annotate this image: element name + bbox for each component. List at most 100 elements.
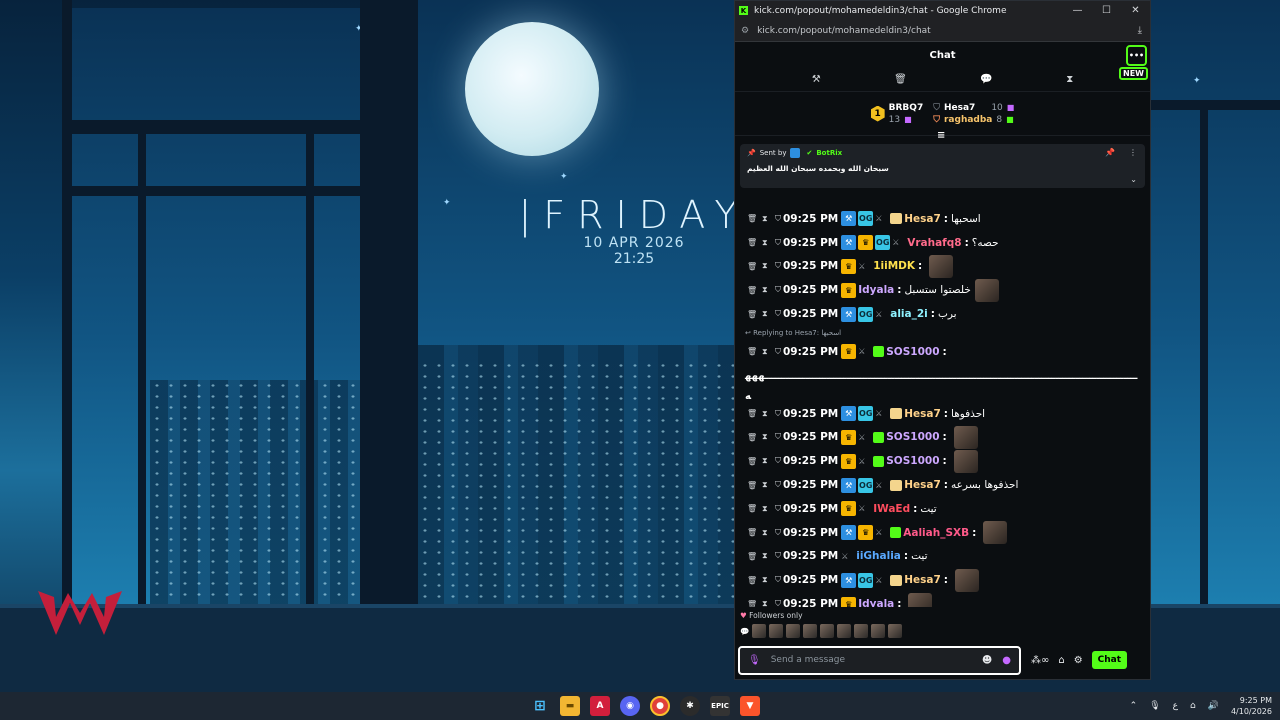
- delete-message-icon[interactable]: 🗑: [747, 552, 762, 561]
- delete-message-icon[interactable]: 🗑: [747, 481, 762, 490]
- gift-leaderboard[interactable]: 1 BRBQ7 13 ■ ⛉ Hesa7 10 ■ ⛉ raghadba 8 ■ …: [735, 92, 1150, 141]
- delete-message-icon[interactable]: 🗑: [747, 262, 762, 271]
- message-username[interactable]: Hesa7: [904, 479, 941, 491]
- settings-icon[interactable]: ⚙: [1074, 655, 1083, 666]
- timeout-icon[interactable]: ⧗: [762, 261, 775, 271]
- chat-message[interactable]: 🗑 ⧗ ⛉ 09:25 PM ⚒ OG ⚔ Hesa7: اسحبها: [735, 207, 1152, 231]
- hammer-icon[interactable]: ⚒: [812, 74, 821, 85]
- avatar[interactable]: [854, 624, 869, 638]
- collapse-icon[interactable]: ≡: [937, 130, 945, 141]
- message-username[interactable]: Hesa7: [904, 408, 941, 420]
- discord-icon[interactable]: ◉: [620, 696, 640, 716]
- delete-message-icon[interactable]: 🗑: [747, 310, 762, 319]
- message-username[interactable]: alia_2i: [890, 308, 928, 320]
- kebab-menu-icon[interactable]: ⋮: [1129, 148, 1137, 157]
- message-username[interactable]: iiGhalia: [856, 550, 901, 562]
- message-username[interactable]: SOS1000: [886, 455, 939, 467]
- chat-message[interactable]: 🗑 ⧗ ⛉ 09:25 PM ⚒ OG ⚔ Hesa7: احذفوها بسرعه: [735, 473, 1152, 497]
- delete-message-icon[interactable]: 🗑: [747, 504, 762, 513]
- message-username[interactable]: Idyala: [858, 598, 894, 607]
- avatar[interactable]: [786, 624, 801, 638]
- download-icon[interactable]: ⤓: [1138, 25, 1142, 36]
- timeout-icon[interactable]: ⧗: [762, 504, 775, 514]
- delete-message-icon[interactable]: 🗑: [747, 600, 762, 607]
- avatar[interactable]: [820, 624, 835, 638]
- chat-message[interactable]: 🗑 ⧗ ⛉ 09:25 PM ⚒ OG ⚔ Hesa7:: [735, 568, 1152, 592]
- kick-emote-icon[interactable]: ●: [1002, 655, 1011, 666]
- app-red-icon[interactable]: A: [590, 696, 610, 716]
- chat-message[interactable]: 🗑 ⧗ ⛉ 09:25 PM ⚒ ♛ ⚔ Aaliah_SXB:: [735, 521, 1152, 545]
- site-settings-icon[interactable]: ⚙: [741, 26, 749, 36]
- timeout-icon[interactable]: ⧗: [762, 551, 775, 561]
- microphone-icon[interactable]: 🎙: [748, 655, 761, 666]
- chat-input-box[interactable]: 🎙 ☻ ●: [738, 645, 1021, 675]
- delete-message-icon[interactable]: 🗑: [747, 528, 762, 537]
- timeout-icon[interactable]: ⧗: [762, 575, 775, 585]
- store-icon[interactable]: ⌂: [1058, 655, 1064, 666]
- message-username[interactable]: SOS1000: [886, 431, 939, 443]
- delete-message-icon[interactable]: 🗑: [747, 347, 762, 356]
- message-username[interactable]: Vrahafq8: [907, 237, 961, 249]
- timeout-icon[interactable]: ⧗: [762, 432, 775, 442]
- delete-message-icon[interactable]: 🗑: [747, 286, 762, 295]
- message-username[interactable]: Idyala: [858, 284, 894, 296]
- trash-icon[interactable]: 🗑: [894, 74, 907, 85]
- timeout-icon[interactable]: ⧗: [762, 599, 775, 607]
- chat-message[interactable]: 🗑 ⧗ ⛉ 09:25 PM ⚒ OG ⚔ Hesa7: احذفوها: [735, 402, 1152, 426]
- chat-message[interactable]: 🗑 ⧗ ⛉ 09:25 PM ⚒ ♛ OG ⚔ Vrahafq8: حصه؟: [735, 231, 1152, 255]
- timeout-icon[interactable]: ⧗: [762, 347, 775, 357]
- file-explorer-icon[interactable]: ▬: [560, 696, 580, 716]
- chevron-down-icon[interactable]: ⌄: [1130, 175, 1137, 184]
- message-username[interactable]: Hesa7: [904, 574, 941, 586]
- avatar[interactable]: [769, 624, 784, 638]
- timeout-icon[interactable]: ⧗: [762, 456, 775, 466]
- more-options-button[interactable]: •••: [1126, 45, 1147, 66]
- pinned-message[interactable]: 📌 Sent by ✔ BotRix سبحان الله وبحمده سبح…: [740, 144, 1145, 188]
- message-username[interactable]: IWaEd: [873, 503, 910, 515]
- minimize-icon[interactable]: —: [1063, 5, 1092, 16]
- volume-icon[interactable]: 🔊: [1208, 701, 1219, 711]
- timeout-icon[interactable]: ⧗: [762, 309, 775, 319]
- delete-message-icon[interactable]: 🗑: [747, 576, 762, 585]
- avatar[interactable]: [837, 624, 852, 638]
- settings-app-icon[interactable]: ✱: [680, 696, 700, 716]
- avatar[interactable]: [871, 624, 886, 638]
- chat-message[interactable]: 🗑 ⧗ ⛉ 09:25 PM ♛ ⚔ SOS1000:: [735, 449, 1152, 473]
- chevron-up-icon[interactable]: ⌃: [1130, 701, 1138, 711]
- delete-message-icon[interactable]: 🗑: [747, 433, 762, 442]
- chat-message[interactable]: 🗑 ⧗ ⛉ 09:25 PM ♛ Idyala: خلصتوا ستسبل: [735, 278, 1152, 302]
- points-icon[interactable]: ⁂∞: [1031, 655, 1049, 666]
- chat-message[interactable]: 🗑 ⧗ ⛉ 09:25 PM ♛ ⚔ IWaEd: تيت: [735, 497, 1152, 521]
- delete-message-icon[interactable]: 🗑: [747, 238, 762, 247]
- language-indicator[interactable]: ع: [1173, 701, 1178, 711]
- timeout-icon[interactable]: ⧗: [762, 214, 775, 224]
- chat-message[interactable]: 🗑 ⧗ ⛉ 09:25 PM ♛ ⚔ SOS1000 :: [735, 340, 1152, 364]
- message-username[interactable]: 1iiMDK: [873, 260, 915, 272]
- unpin-icon[interactable]: 📌: [1105, 148, 1115, 157]
- avatar[interactable]: [888, 624, 903, 638]
- epic-games-icon[interactable]: EPIC: [710, 696, 730, 716]
- chat-messages[interactable]: 🗑 ⧗ ⛉ 09:25 PM ⚒ OG ⚔ Hesa7: اسحبها 🗑 ⧗ ⛉ 09:25 PM ⚒ ♛…: [735, 207, 1152, 607]
- message-input[interactable]: [770, 655, 976, 665]
- address-bar[interactable]: ⚙ kick.com/popout/mohamedeldin3/chat ⤓: [735, 20, 1150, 42]
- message-username[interactable]: SOS1000: [886, 346, 939, 358]
- delete-message-icon[interactable]: 🗑: [747, 409, 762, 418]
- delete-message-icon[interactable]: 🗑: [747, 214, 762, 223]
- windows-start-icon[interactable]: ⊞: [530, 696, 550, 716]
- tray-clock[interactable]: 9:25 PM 4/10/2026: [1231, 695, 1272, 717]
- chat-message[interactable]: 🗑 ⧗ ⛉ 09:25 PM ♛ Idyala:: [735, 592, 1152, 607]
- chrome-icon[interactable]: ●: [650, 696, 670, 716]
- chat-message[interactable]: 🗑 ⧗ ⛉ 09:25 PM ⚔ iiGhalia: تيت: [735, 545, 1152, 569]
- send-chat-button[interactable]: Chat: [1091, 651, 1128, 669]
- avatar[interactable]: [752, 624, 767, 638]
- close-icon[interactable]: ✕: [1121, 5, 1150, 16]
- network-icon[interactable]: ⌂: [1190, 701, 1196, 711]
- timeout-icon[interactable]: ⧗: [762, 409, 775, 419]
- chat-message[interactable]: 🗑 ⧗ ⛉ 09:25 PM ♛ ⚔ 1iiMDK:: [735, 254, 1152, 279]
- timeout-icon[interactable]: ⧗: [762, 528, 775, 538]
- microphone-tray-icon[interactable]: 🎙: [1149, 701, 1160, 711]
- avatar[interactable]: [803, 624, 818, 638]
- delete-message-icon[interactable]: 🗑: [747, 457, 762, 466]
- hourglass-icon[interactable]: ⧗: [1066, 74, 1073, 85]
- maximize-icon[interactable]: ☐: [1092, 5, 1121, 16]
